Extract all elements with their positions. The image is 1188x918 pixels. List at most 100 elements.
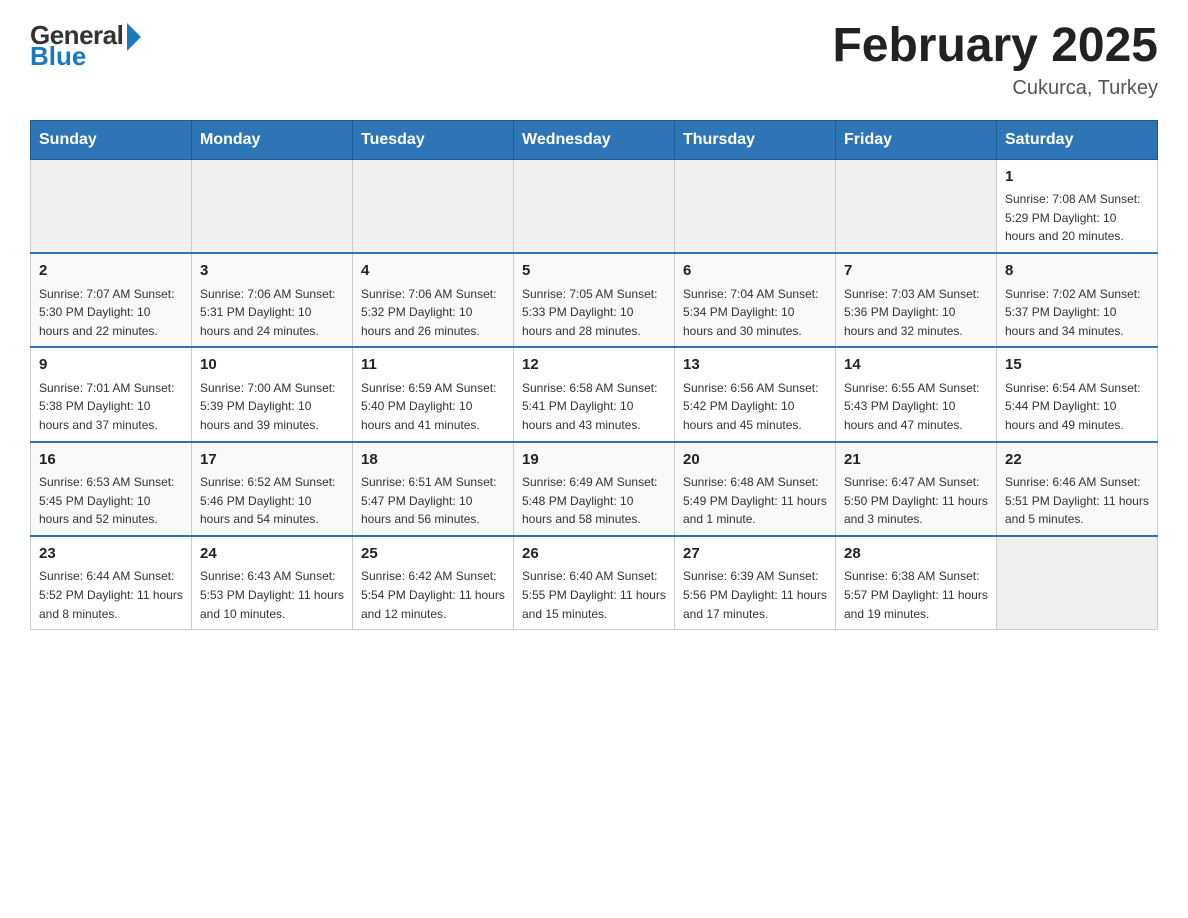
day-of-week-header: Saturday [997,120,1158,159]
day-number: 22 [1005,449,1149,472]
day-number: 5 [522,260,666,283]
day-of-week-header: Sunday [31,120,192,159]
day-number: 25 [361,543,505,566]
calendar-cell: 26Sunrise: 6:40 AM Sunset: 5:55 PM Dayli… [514,536,675,630]
day-number: 20 [683,449,827,472]
day-number: 21 [844,449,988,472]
calendar-cell: 9Sunrise: 7:01 AM Sunset: 5:38 PM Daylig… [31,347,192,441]
day-info: Sunrise: 7:06 AM Sunset: 5:31 PM Dayligh… [200,285,344,341]
day-info: Sunrise: 6:47 AM Sunset: 5:50 PM Dayligh… [844,473,988,529]
day-number: 6 [683,260,827,283]
day-of-week-header: Thursday [675,120,836,159]
calendar-cell: 17Sunrise: 6:52 AM Sunset: 5:46 PM Dayli… [192,442,353,536]
calendar-cell: 8Sunrise: 7:02 AM Sunset: 5:37 PM Daylig… [997,253,1158,347]
calendar-week-row: 2Sunrise: 7:07 AM Sunset: 5:30 PM Daylig… [31,253,1158,347]
calendar-cell [997,536,1158,630]
calendar-cell [192,159,353,253]
day-info: Sunrise: 6:51 AM Sunset: 5:47 PM Dayligh… [361,473,505,529]
calendar-cell: 3Sunrise: 7:06 AM Sunset: 5:31 PM Daylig… [192,253,353,347]
page-header: General Blue February 2025 Cukurca, Turk… [30,20,1158,100]
day-number: 10 [200,354,344,377]
day-info: Sunrise: 7:07 AM Sunset: 5:30 PM Dayligh… [39,285,183,341]
calendar-table: SundayMondayTuesdayWednesdayThursdayFrid… [30,120,1158,630]
day-number: 26 [522,543,666,566]
calendar-cell [836,159,997,253]
calendar-cell: 4Sunrise: 7:06 AM Sunset: 5:32 PM Daylig… [353,253,514,347]
calendar-cell: 23Sunrise: 6:44 AM Sunset: 5:52 PM Dayli… [31,536,192,630]
day-number: 8 [1005,260,1149,283]
day-of-week-header: Wednesday [514,120,675,159]
calendar-cell: 6Sunrise: 7:04 AM Sunset: 5:34 PM Daylig… [675,253,836,347]
day-number: 1 [1005,166,1149,189]
calendar-cell: 25Sunrise: 6:42 AM Sunset: 5:54 PM Dayli… [353,536,514,630]
calendar-cell: 11Sunrise: 6:59 AM Sunset: 5:40 PM Dayli… [353,347,514,441]
page-title: February 2025 [832,20,1158,73]
calendar-cell: 15Sunrise: 6:54 AM Sunset: 5:44 PM Dayli… [997,347,1158,441]
calendar-cell: 2Sunrise: 7:07 AM Sunset: 5:30 PM Daylig… [31,253,192,347]
day-info: Sunrise: 7:08 AM Sunset: 5:29 PM Dayligh… [1005,190,1149,246]
calendar-cell: 18Sunrise: 6:51 AM Sunset: 5:47 PM Dayli… [353,442,514,536]
day-info: Sunrise: 6:43 AM Sunset: 5:53 PM Dayligh… [200,567,344,623]
day-info: Sunrise: 6:53 AM Sunset: 5:45 PM Dayligh… [39,473,183,529]
day-info: Sunrise: 6:49 AM Sunset: 5:48 PM Dayligh… [522,473,666,529]
calendar-week-row: 23Sunrise: 6:44 AM Sunset: 5:52 PM Dayli… [31,536,1158,630]
day-of-week-header: Friday [836,120,997,159]
day-info: Sunrise: 6:56 AM Sunset: 5:42 PM Dayligh… [683,379,827,435]
day-info: Sunrise: 6:52 AM Sunset: 5:46 PM Dayligh… [200,473,344,529]
day-info: Sunrise: 7:00 AM Sunset: 5:39 PM Dayligh… [200,379,344,435]
logo: General Blue [30,20,141,72]
calendar-week-row: 16Sunrise: 6:53 AM Sunset: 5:45 PM Dayli… [31,442,1158,536]
calendar-cell [514,159,675,253]
day-number: 2 [39,260,183,283]
day-number: 17 [200,449,344,472]
calendar-cell: 16Sunrise: 6:53 AM Sunset: 5:45 PM Dayli… [31,442,192,536]
calendar-cell [31,159,192,253]
calendar-cell: 21Sunrise: 6:47 AM Sunset: 5:50 PM Dayli… [836,442,997,536]
calendar-cell: 20Sunrise: 6:48 AM Sunset: 5:49 PM Dayli… [675,442,836,536]
day-number: 11 [361,354,505,377]
day-info: Sunrise: 6:48 AM Sunset: 5:49 PM Dayligh… [683,473,827,529]
calendar-cell: 24Sunrise: 6:43 AM Sunset: 5:53 PM Dayli… [192,536,353,630]
day-of-week-header: Tuesday [353,120,514,159]
calendar-week-row: 9Sunrise: 7:01 AM Sunset: 5:38 PM Daylig… [31,347,1158,441]
day-number: 3 [200,260,344,283]
day-number: 15 [1005,354,1149,377]
calendar-cell: 28Sunrise: 6:38 AM Sunset: 5:57 PM Dayli… [836,536,997,630]
day-info: Sunrise: 7:01 AM Sunset: 5:38 PM Dayligh… [39,379,183,435]
calendar-cell: 1Sunrise: 7:08 AM Sunset: 5:29 PM Daylig… [997,159,1158,253]
day-info: Sunrise: 6:58 AM Sunset: 5:41 PM Dayligh… [522,379,666,435]
day-info: Sunrise: 7:06 AM Sunset: 5:32 PM Dayligh… [361,285,505,341]
calendar-cell: 5Sunrise: 7:05 AM Sunset: 5:33 PM Daylig… [514,253,675,347]
day-number: 13 [683,354,827,377]
page-subtitle: Cukurca, Turkey [832,77,1158,100]
day-number: 19 [522,449,666,472]
calendar-cell: 27Sunrise: 6:39 AM Sunset: 5:56 PM Dayli… [675,536,836,630]
day-number: 7 [844,260,988,283]
day-info: Sunrise: 6:40 AM Sunset: 5:55 PM Dayligh… [522,567,666,623]
calendar-cell: 22Sunrise: 6:46 AM Sunset: 5:51 PM Dayli… [997,442,1158,536]
title-area: February 2025 Cukurca, Turkey [832,20,1158,100]
calendar-cell: 12Sunrise: 6:58 AM Sunset: 5:41 PM Dayli… [514,347,675,441]
calendar-cell [353,159,514,253]
day-number: 9 [39,354,183,377]
day-info: Sunrise: 6:44 AM Sunset: 5:52 PM Dayligh… [39,567,183,623]
day-info: Sunrise: 6:55 AM Sunset: 5:43 PM Dayligh… [844,379,988,435]
day-number: 18 [361,449,505,472]
day-info: Sunrise: 7:03 AM Sunset: 5:36 PM Dayligh… [844,285,988,341]
calendar-cell: 19Sunrise: 6:49 AM Sunset: 5:48 PM Dayli… [514,442,675,536]
day-number: 12 [522,354,666,377]
logo-blue-text: Blue [30,41,86,72]
calendar-cell: 10Sunrise: 7:00 AM Sunset: 5:39 PM Dayli… [192,347,353,441]
day-number: 14 [844,354,988,377]
day-info: Sunrise: 6:46 AM Sunset: 5:51 PM Dayligh… [1005,473,1149,529]
calendar-week-row: 1Sunrise: 7:08 AM Sunset: 5:29 PM Daylig… [31,159,1158,253]
day-number: 28 [844,543,988,566]
logo-arrow-icon [127,23,141,51]
day-info: Sunrise: 6:54 AM Sunset: 5:44 PM Dayligh… [1005,379,1149,435]
calendar-cell: 13Sunrise: 6:56 AM Sunset: 5:42 PM Dayli… [675,347,836,441]
day-info: Sunrise: 6:38 AM Sunset: 5:57 PM Dayligh… [844,567,988,623]
calendar-cell [675,159,836,253]
day-number: 23 [39,543,183,566]
day-number: 27 [683,543,827,566]
day-info: Sunrise: 7:04 AM Sunset: 5:34 PM Dayligh… [683,285,827,341]
